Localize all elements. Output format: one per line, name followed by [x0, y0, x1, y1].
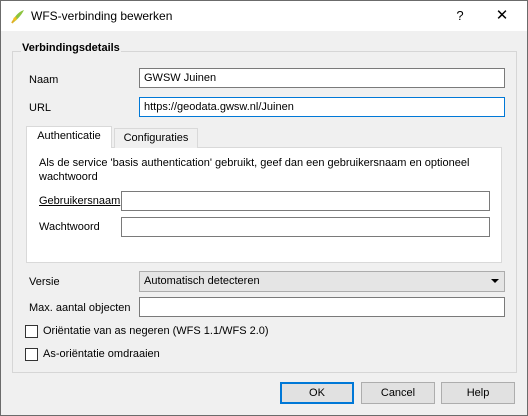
ignore-axis-orientation-label: Oriëntatie van as negeren (WFS 1.1/WFS 2…	[43, 325, 269, 337]
name-input[interactable]: GWSW Juinen	[139, 68, 505, 88]
window-title: WFS-verbinding bewerken	[31, 9, 173, 23]
title-bar: WFS-verbinding bewerken ? ✕	[1, 1, 527, 31]
group-title: Verbindingsdetails	[21, 42, 121, 54]
ok-button[interactable]: OK	[280, 382, 354, 404]
version-label: Versie	[29, 276, 60, 288]
help-title-button[interactable]: ?	[449, 5, 471, 27]
invert-axis-orientation-checkbox[interactable]	[25, 348, 38, 361]
name-label: Naam	[29, 74, 59, 86]
url-label: URL	[29, 102, 52, 114]
tab-authentication[interactable]: Authenticatie	[26, 126, 112, 148]
max-features-input[interactable]	[139, 297, 505, 317]
cancel-button[interactable]: Cancel	[361, 382, 435, 404]
username-label: Gebruikersnaam	[39, 195, 121, 207]
url-input[interactable]: https://geodata.gwsw.nl/Juinen	[139, 97, 505, 117]
max-features-label: Max. aantal objecten	[29, 302, 131, 314]
password-label: Wachtwoord	[39, 221, 100, 233]
help-button[interactable]: Help	[441, 382, 515, 404]
qgis-icon	[11, 10, 24, 24]
auth-info-text: Als de service 'basis authentication' ge…	[39, 157, 470, 183]
dialog-window: WFS-verbinding bewerken ? ✕ Verbindingsd…	[0, 0, 528, 416]
chevron-down-icon	[491, 279, 499, 283]
tab-configurations[interactable]: Configuraties	[114, 128, 198, 148]
close-button[interactable]: ✕	[491, 5, 513, 27]
password-input[interactable]	[121, 217, 490, 237]
username-input[interactable]	[121, 191, 490, 211]
version-select[interactable]: Automatisch detecteren	[139, 271, 505, 292]
version-selected-value: Automatisch detecteren	[144, 275, 260, 287]
invert-axis-orientation-label: As-oriëntatie omdraaien	[43, 348, 160, 360]
ignore-axis-orientation-checkbox[interactable]	[25, 325, 38, 338]
